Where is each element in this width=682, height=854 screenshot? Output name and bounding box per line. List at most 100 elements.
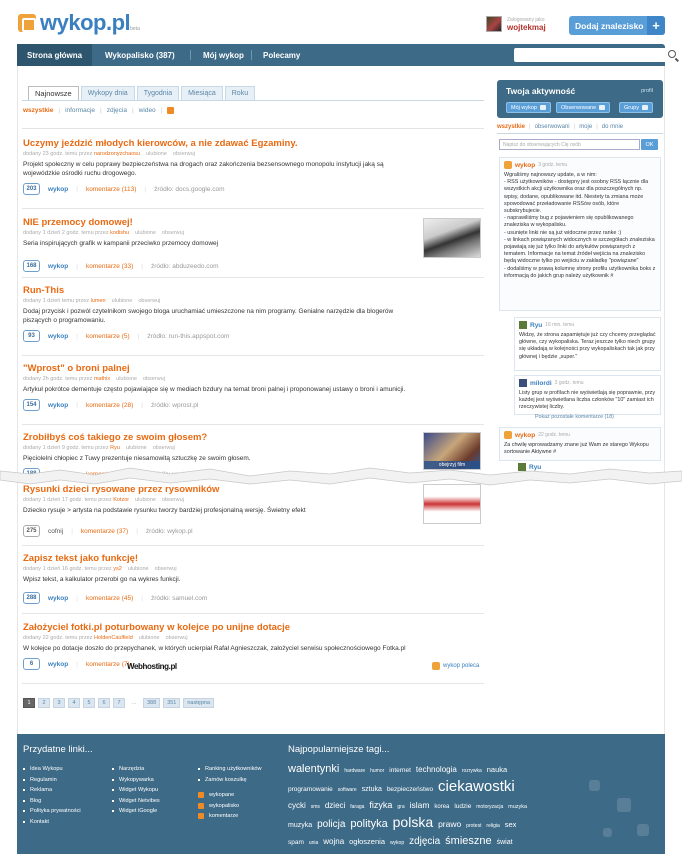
footer-link[interactable]: Kontakt xyxy=(23,819,81,825)
ok-button[interactable]: OK xyxy=(641,139,658,150)
tag-link[interactable]: islam xyxy=(410,800,430,810)
page-link[interactable]: 351 xyxy=(163,698,181,708)
tab-newest[interactable]: Najnowsze xyxy=(28,86,79,100)
source-link[interactable]: źródło: samuel.com xyxy=(151,595,207,602)
page-link[interactable]: 3 xyxy=(53,698,65,708)
tag-link[interactable]: motoryzacja xyxy=(476,804,503,810)
page-link[interactable]: 5 xyxy=(83,698,95,708)
footer-link[interactable]: Wykopywarka xyxy=(112,777,160,783)
footer-link[interactable]: Widget iGoogle xyxy=(112,808,160,814)
tag-link[interactable]: religia xyxy=(486,823,499,829)
tag-link[interactable]: humor xyxy=(370,768,384,774)
nav-tab-my-wykop[interactable]: Mój wykop xyxy=(203,44,244,66)
entry-title[interactable]: Run-This xyxy=(23,285,483,296)
tag-link[interactable]: śmieszne xyxy=(445,835,491,847)
activity-tab-all[interactable]: wszystkie xyxy=(497,124,525,130)
tag-link[interactable]: gra xyxy=(397,804,404,810)
tag-link[interactable]: sex xyxy=(505,820,517,829)
comments-link[interactable]: komentarze (45) xyxy=(86,595,133,602)
tag-link[interactable]: polityka xyxy=(350,818,387,830)
post-author[interactable]: wykop xyxy=(515,432,535,439)
entry-author[interactable]: Ryu xyxy=(110,445,120,451)
comments-link[interactable]: komentarze (33) xyxy=(86,263,133,270)
activity-tab-watched[interactable]: obserwowani xyxy=(535,124,570,130)
page-link[interactable]: 1 xyxy=(23,698,35,708)
tag-link[interactable]: bezpieczeństwo xyxy=(387,786,433,793)
activity-tab-to-me[interactable]: do mnie xyxy=(602,124,623,130)
tag-link[interactable]: ogłoszenia xyxy=(349,837,385,846)
sponsor-logo[interactable]: Webhosting.pl xyxy=(127,662,177,671)
favorite-link[interactable]: ulubione xyxy=(126,445,147,451)
wykop-button[interactable]: wykop xyxy=(48,595,68,602)
footer-link[interactable]: Zamów koszulkę xyxy=(198,777,262,783)
avatar[interactable] xyxy=(518,463,526,471)
filter-all[interactable]: wszystkie xyxy=(23,107,53,114)
entry-author[interactable]: mathix xyxy=(94,376,110,382)
page-link[interactable]: 7 xyxy=(113,698,125,708)
tag-link[interactable]: internet xyxy=(389,767,411,774)
favorite-link[interactable]: ulubione xyxy=(116,376,137,382)
watch-link[interactable]: obserwuj xyxy=(138,298,160,304)
tag-link[interactable]: rozrywka xyxy=(462,768,482,774)
tab-month[interactable]: Miesiąca xyxy=(181,86,223,100)
comments-link[interactable]: komentarze (7) xyxy=(86,661,130,668)
entry-author[interactable]: narodzonyzchaosu xyxy=(94,151,140,157)
entry-title[interactable]: Założyciel fotki.pl poturbowany w kolejc… xyxy=(23,622,483,633)
watch-link[interactable]: obserwuj xyxy=(155,566,177,572)
wykop-button[interactable]: wykop xyxy=(48,402,68,409)
wykop-button[interactable]: wykop xyxy=(48,186,68,193)
tag-link[interactable]: spam xyxy=(288,839,304,846)
post-author[interactable]: wykop xyxy=(515,162,535,169)
comments-link[interactable]: komentarze (113) xyxy=(86,186,136,193)
entry-title[interactable]: Uczymy jeździć młodych kierowców, a nie … xyxy=(23,138,483,149)
footer-link[interactable]: Regulamin xyxy=(23,777,81,783)
tag-link[interactable]: technologia xyxy=(416,765,457,774)
search-icon[interactable] xyxy=(668,50,676,58)
entry-author[interactable]: Kotzor xyxy=(113,497,129,503)
filter-photos[interactable]: zdjęcia xyxy=(107,107,127,114)
tag-link[interactable]: muzyka xyxy=(288,822,312,829)
entry-author[interactable]: HoldenCaulfield xyxy=(94,635,133,641)
wykop-button[interactable]: wykop xyxy=(48,333,68,340)
watch-link[interactable]: obserwuj xyxy=(153,445,175,451)
add-finding-button[interactable]: Dodaj znalezisko + xyxy=(569,16,665,35)
watch-link[interactable]: obserwuj xyxy=(162,497,184,503)
source-link[interactable]: źródło: wprost.pl xyxy=(151,402,198,409)
wykop-button[interactable]: wykop xyxy=(48,661,68,668)
my-wykop-button[interactable]: Mój wykop xyxy=(506,102,551,113)
rss-link[interactable]: wykopalisko xyxy=(198,803,239,809)
source-link[interactable]: źródło: docs.google.com xyxy=(154,186,224,193)
status-message-input[interactable]: Napisz do obserwujących Cię osób xyxy=(499,139,640,150)
avatar[interactable] xyxy=(519,321,527,329)
tag-link[interactable]: polska xyxy=(393,814,433,830)
tag-link[interactable]: programowanie xyxy=(288,786,333,793)
activity-tab-mine[interactable]: moje xyxy=(579,124,592,130)
reply-author[interactable]: milordi xyxy=(530,380,552,387)
entry-thumbnail[interactable] xyxy=(423,484,481,524)
favorite-link[interactable]: ulubione xyxy=(139,635,160,641)
nav-tab-recommended[interactable]: Polecamy xyxy=(263,44,300,66)
tag-link[interactable]: unia xyxy=(309,840,318,846)
entry-title[interactable]: NIE przemocy domowej! xyxy=(23,217,483,228)
footer-link[interactable]: Blog xyxy=(23,798,81,804)
source-link[interactable]: źródło: run-this.appspot.com xyxy=(147,333,229,340)
tab-day[interactable]: Wykopy dnia xyxy=(80,86,135,100)
footer-link[interactable]: Widget Netvibes xyxy=(112,798,160,804)
entry-title[interactable]: Zapisz tekst jako funkcję! xyxy=(23,553,483,564)
footer-link[interactable]: Idea Wykopu xyxy=(23,766,81,772)
rss-link[interactable]: wykopane xyxy=(198,792,239,798)
entry-title[interactable]: Rysunki dzieci rysowane przez rysowników xyxy=(23,484,483,495)
tag-link[interactable]: sztuka xyxy=(362,786,382,793)
footer-link[interactable]: Polityka prywatności xyxy=(23,808,81,814)
tag-link[interactable]: protest xyxy=(466,823,481,829)
comments-link[interactable]: komentarze (5) xyxy=(86,333,130,340)
tag-link[interactable]: wojna xyxy=(323,837,344,846)
undo-vote-button[interactable]: cofnij xyxy=(48,528,63,535)
page-link[interactable]: 2 xyxy=(38,698,50,708)
tab-year[interactable]: Roku xyxy=(224,86,256,100)
favorite-link[interactable]: ulubione xyxy=(135,497,156,503)
tag-link[interactable]: fizyka xyxy=(369,800,392,810)
tag-link[interactable]: faraga xyxy=(350,804,364,810)
watch-link[interactable]: obserwuj xyxy=(162,230,184,236)
footer-link[interactable]: Widget Wykopu xyxy=(112,787,160,793)
